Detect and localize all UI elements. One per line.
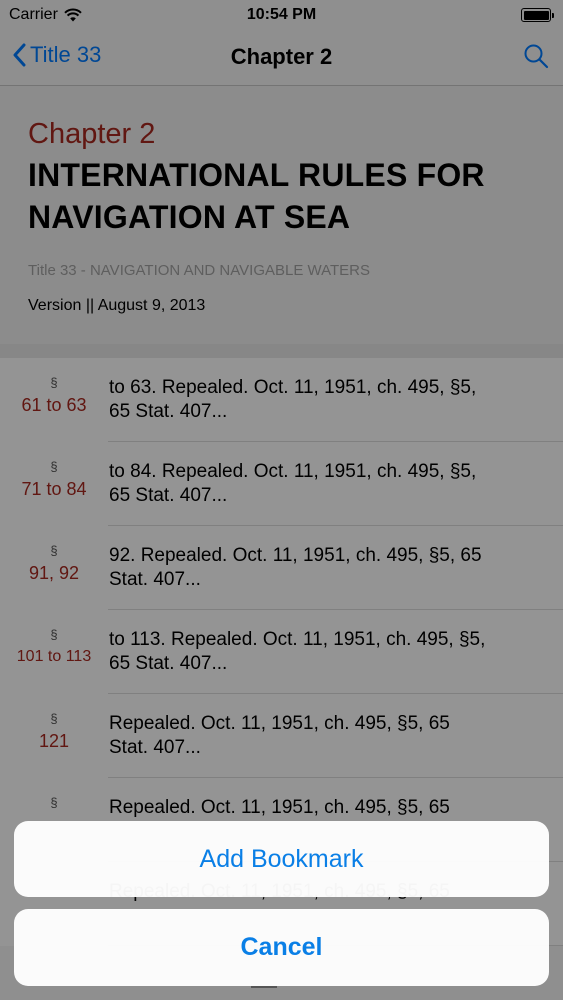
cancel-button[interactable]: Cancel: [14, 909, 549, 986]
add-bookmark-button[interactable]: Add Bookmark: [14, 821, 549, 897]
bottom-toolbar-handle: [251, 986, 277, 988]
